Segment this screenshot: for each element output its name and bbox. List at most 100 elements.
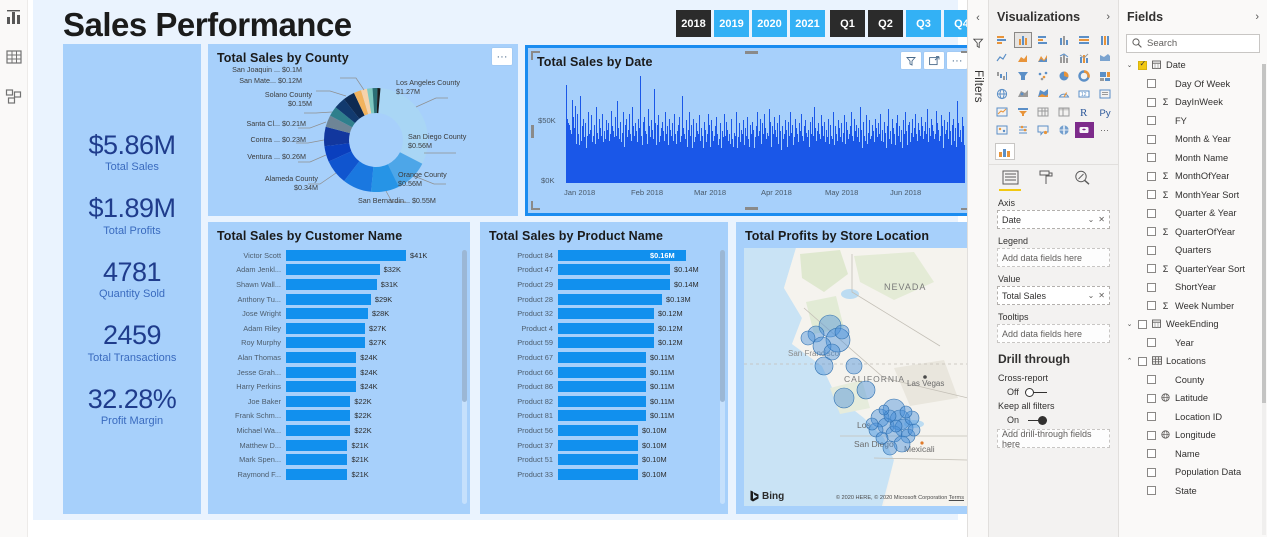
field-checkbox[interactable]	[1147, 227, 1156, 236]
funnel-icon[interactable]	[1014, 68, 1033, 84]
kpi-total-sales[interactable]: $5.86M Total Sales	[63, 131, 201, 173]
field-row-day-of-week[interactable]: Day Of Week	[1119, 75, 1267, 94]
bar-row[interactable]: Adam Riley$27K	[214, 321, 460, 336]
visual-total-sales-by-customer[interactable]: Total Sales by Customer Name Victor Scot…	[208, 222, 470, 514]
100-stacked-column-chart-icon[interactable]	[1096, 32, 1115, 48]
field-row-quarteryear-sort[interactable]: ΣQuarterYear Sort	[1119, 260, 1267, 279]
map-icon[interactable]	[993, 86, 1012, 102]
field-checkbox[interactable]	[1147, 246, 1156, 255]
bar-fill[interactable]	[286, 367, 356, 378]
field-row-shortyear[interactable]: ShortYear	[1119, 278, 1267, 297]
bar-row[interactable]: Product 84$0.16M	[486, 248, 718, 263]
collapse-fields-icon[interactable]: ›	[1255, 11, 1259, 23]
multi-row-card-icon[interactable]	[1096, 86, 1115, 102]
stacked-column-thumbnail-icon[interactable]	[995, 143, 1015, 160]
bar-row[interactable]: Jesse Grah...$24K	[214, 365, 460, 380]
resize-handle-bottom[interactable]	[745, 207, 758, 210]
kpi-icon[interactable]	[993, 104, 1012, 120]
filter-icon[interactable]	[973, 36, 984, 54]
bar-fill[interactable]	[286, 279, 377, 290]
field-checkbox[interactable]	[1147, 79, 1156, 88]
bar-row[interactable]: Product 67$0.11M	[486, 350, 718, 365]
fields-search-input[interactable]: Search	[1126, 34, 1260, 53]
donut-chart[interactable]: Los Angeles County$1.27M San Diego Count…	[208, 66, 518, 216]
pie-chart-icon[interactable]	[1055, 68, 1074, 84]
stacked-column-chart-icon[interactable]	[1014, 32, 1033, 48]
paginated-report-icon[interactable]	[1075, 122, 1094, 138]
field-row-quarterofyear[interactable]: ΣQuarterOfYear	[1119, 223, 1267, 242]
clustered-bar-chart-icon[interactable]	[1034, 32, 1053, 48]
cross-report-toggle-row[interactable]: Off	[989, 387, 1118, 397]
bar-fill[interactable]	[558, 367, 646, 378]
field-row-location-id[interactable]: Location ID	[1119, 408, 1267, 427]
field-row-month-name[interactable]: Month Name	[1119, 149, 1267, 168]
field-row-year[interactable]: Year	[1119, 334, 1267, 353]
field-row-quarter-year[interactable]: Quarter & Year	[1119, 204, 1267, 223]
bar-fill[interactable]	[286, 250, 406, 261]
resize-handle-tr[interactable]	[961, 51, 967, 60]
field-row-date[interactable]: ⌄Date	[1119, 56, 1267, 75]
field-row-population-data[interactable]: Population Data	[1119, 463, 1267, 482]
visual-type-gallery[interactable]: 12RPy···	[989, 30, 1118, 140]
bar-fill[interactable]	[558, 440, 638, 451]
bar-fill[interactable]	[558, 352, 646, 363]
report-view-icon[interactable]	[5, 8, 23, 26]
bar-row[interactable]: Joe Baker$22K	[214, 394, 460, 409]
remove-field-icon[interactable]: ✕	[1098, 215, 1105, 224]
bar-row[interactable]: Product 56$0.10M	[486, 423, 718, 438]
field-row-locations[interactable]: ⌃Locations	[1119, 352, 1267, 371]
bar-fill[interactable]	[286, 352, 356, 363]
resize-handle-bl[interactable]	[531, 201, 540, 210]
bar-row[interactable]: Product 59$0.12M	[486, 336, 718, 351]
bar-row[interactable]: Jose Wright$28K	[214, 306, 460, 321]
model-view-icon[interactable]	[5, 88, 23, 106]
quarter-button-q1[interactable]: Q1	[830, 10, 865, 37]
bar-row[interactable]: Product 33$0.10M	[486, 467, 718, 482]
chevron-down-icon[interactable]: ⌄	[1088, 215, 1095, 224]
product-bar-list[interactable]: Product 84$0.16MProduct 47$0.14MProduct …	[480, 248, 718, 506]
field-row-longitude[interactable]: Longitude	[1119, 426, 1267, 445]
bar-row[interactable]: Product 28$0.13M	[486, 292, 718, 307]
bar-fill[interactable]	[558, 308, 654, 319]
bar-row[interactable]: Shawn Wall...$31K	[214, 277, 460, 292]
gauge-icon[interactable]	[1055, 86, 1074, 102]
decomposition-tree-icon[interactable]	[1014, 122, 1033, 138]
shape-map-icon[interactable]	[1034, 86, 1053, 102]
bar-fill[interactable]	[286, 381, 356, 392]
scatter-chart-icon[interactable]	[1034, 68, 1053, 84]
resize-handle-top[interactable]	[745, 51, 758, 54]
line-stacked-column-icon[interactable]	[1055, 50, 1074, 66]
bar-row[interactable]: Adam Jenkl...$32K	[214, 263, 460, 278]
well-tooltips[interactable]: Add data fields here	[997, 324, 1110, 343]
bar-row[interactable]: Product 86$0.11M	[486, 379, 718, 394]
bar-fill[interactable]	[286, 440, 347, 451]
customer-bar-list[interactable]: Victor Scott$41KAdam Jenkl...$32KShawn W…	[208, 248, 460, 506]
field-checkbox[interactable]	[1138, 61, 1147, 70]
field-checkbox[interactable]	[1147, 116, 1156, 125]
visual-total-sales-by-county[interactable]: Total Sales by County ···	[208, 44, 518, 216]
well-legend[interactable]: Add data fields here	[997, 248, 1110, 267]
analytics-tab[interactable]	[1071, 169, 1093, 191]
100-stacked-bar-chart-icon[interactable]	[1075, 32, 1094, 48]
kpi-quantity-sold[interactable]: 4781 Quantity Sold	[63, 258, 201, 300]
python-visual-icon[interactable]: Py	[1096, 104, 1115, 120]
well-value[interactable]: Total Sales ⌄✕	[997, 286, 1110, 305]
kpi-total-transactions[interactable]: 2459 Total Transactions	[63, 321, 201, 363]
chevron-toggle-icon[interactable]: ⌄	[1125, 320, 1134, 328]
field-checkbox[interactable]	[1147, 301, 1156, 310]
field-row-monthofyear[interactable]: ΣMonthOfYear	[1119, 167, 1267, 186]
field-checkbox[interactable]	[1147, 394, 1156, 403]
date-bar[interactable]	[964, 145, 965, 183]
field-checkbox[interactable]	[1147, 209, 1156, 218]
bar-fill[interactable]	[558, 323, 654, 334]
field-row-week-number[interactable]: ΣWeek Number	[1119, 297, 1267, 316]
bar-fill[interactable]	[286, 337, 365, 348]
bar-fill[interactable]	[558, 294, 662, 305]
bar-fill[interactable]	[286, 454, 347, 465]
donut-chart-icon[interactable]	[1075, 68, 1094, 84]
keep-all-filters-toggle-row[interactable]: On	[989, 415, 1118, 425]
quarter-button-q3[interactable]: Q3	[906, 10, 941, 37]
field-checkbox[interactable]	[1147, 190, 1156, 199]
smart-narrative-icon[interactable]	[1055, 122, 1074, 138]
well-axis-controls[interactable]: ⌄✕	[1088, 215, 1105, 224]
